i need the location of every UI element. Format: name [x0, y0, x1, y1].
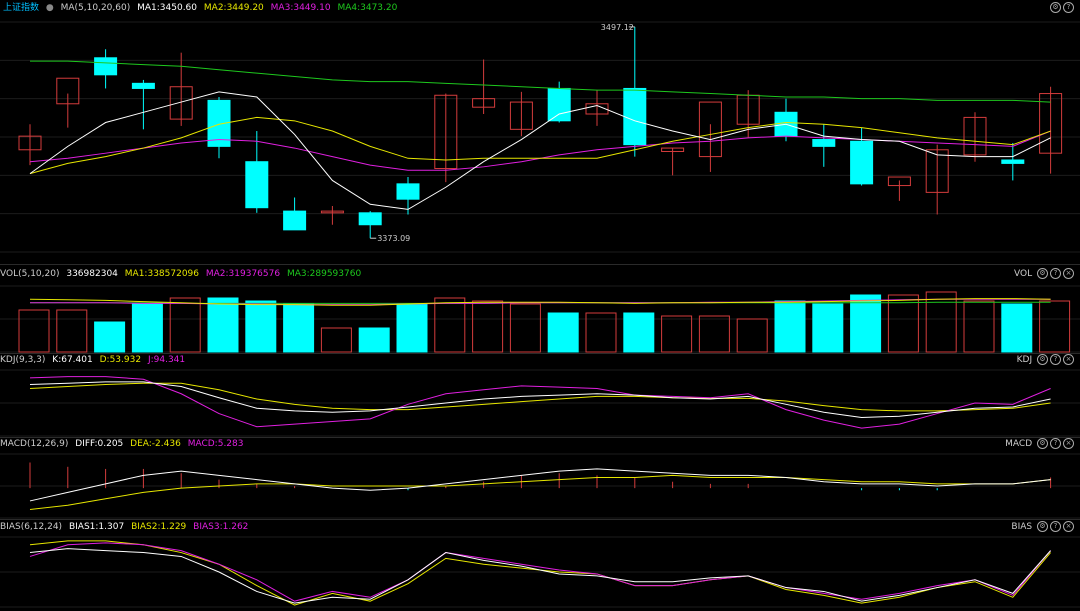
volume-bar [1001, 303, 1033, 353]
macd-panel: MACD(12,26,9) DIFF:0.205 DEA:-2.436 MACD… [0, 436, 1080, 520]
macd-chart [0, 453, 1080, 519]
volume-bar [812, 303, 844, 353]
candle-body [623, 87, 647, 146]
volume-bar [698, 315, 730, 353]
volume-bar [56, 309, 88, 353]
volume-bar [661, 315, 693, 353]
volume-bar [925, 291, 957, 353]
volume-bar [169, 297, 201, 353]
candle-body [547, 87, 571, 122]
bias-chart [0, 536, 1080, 608]
ma2-line [29, 116, 1051, 175]
volume-panel: VOL(5,10,20) 336982304 MA1:338572096 MA2… [0, 266, 1080, 354]
volume-bar [623, 312, 655, 353]
ma1-line [29, 91, 1051, 210]
volume-bar [963, 300, 995, 353]
high-label: 3497.12 [601, 23, 634, 32]
ma4-line [30, 60, 1051, 103]
candle-body [1001, 159, 1025, 164]
candle-body [396, 183, 420, 200]
kdj-k-line [29, 381, 1051, 419]
volume-bar [396, 303, 428, 353]
volume-bar [887, 294, 919, 353]
volume-bar [509, 303, 541, 353]
price-panel: 上证指数 ● MA(5,10,20,60) MA1:3450.60 MA2:34… [0, 0, 1080, 260]
volume-bar [131, 303, 163, 353]
kdj-j-line [29, 376, 1051, 429]
volume-bar [320, 327, 352, 353]
macd-dea-line [29, 474, 1051, 510]
volume-bar [283, 303, 315, 353]
candle-body [94, 57, 118, 76]
candle-body [850, 140, 874, 185]
kdj-panel: KDJ(9,3,3) K:67.401 D:53.932 J:94.341 KD… [0, 352, 1080, 438]
candle-body [812, 139, 836, 147]
candle-body [283, 210, 307, 231]
low-label: 3373.09 [377, 234, 410, 243]
macd-diff-line [29, 468, 1051, 502]
volume-bar [736, 318, 768, 353]
bias1-line [29, 548, 1051, 604]
volume-bar [358, 327, 390, 353]
candle-body [358, 212, 382, 226]
volume-bar [774, 300, 806, 353]
volume-bar [434, 297, 466, 353]
price-chart: 3497.12 3373.09 [0, 21, 1080, 253]
candle-body [131, 82, 155, 89]
volume-bar [245, 300, 277, 353]
volume-bar [850, 294, 882, 353]
kdj-chart [0, 369, 1080, 437]
candle-body [245, 161, 269, 209]
volume-bar [18, 309, 50, 353]
volume-bar [1039, 300, 1071, 353]
volume-chart [0, 285, 1080, 353]
bias-panel: BIAS(6,12,24) BIAS1:1.307 BIAS2:1.229 BI… [0, 519, 1080, 611]
volume-bar [547, 312, 579, 353]
volume-bar [207, 297, 239, 353]
volume-bar [472, 300, 504, 353]
volume-bar [94, 321, 126, 353]
